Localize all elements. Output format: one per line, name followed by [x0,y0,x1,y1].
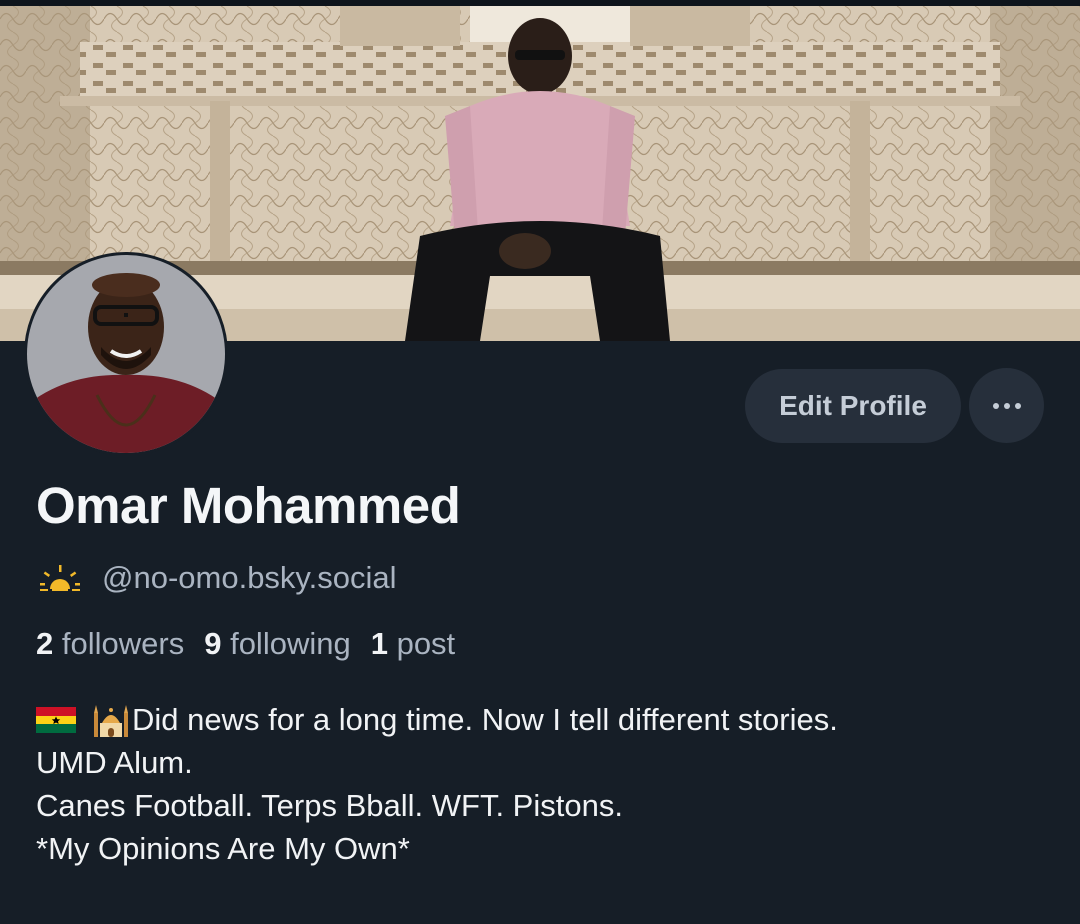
following-label: following [230,626,351,661]
followers-stat[interactable]: 2 followers [36,626,184,661]
avatar[interactable] [24,252,228,456]
bio-line: UMD Alum. [36,741,838,784]
bio-line: Canes Football. Terps Bball. WFT. Piston… [36,784,838,827]
followers-label: followers [61,626,185,661]
avatar-photo [27,255,225,453]
followers-count: 2 [36,626,54,661]
edit-profile-button[interactable]: Edit Profile [745,369,961,443]
more-horizontal-icon [990,402,1023,409]
following-stat[interactable]: 9 following [204,626,351,661]
more-options-button[interactable] [969,368,1044,443]
sunrise-icon [40,565,80,591]
bio-line-2: UMD Alum. [36,745,193,780]
handle-row: @no-omo.bsky.social [38,558,397,598]
bio-line: Did news for a long time. Now I tell dif… [36,698,838,741]
bio-line: *My Opinions Are My Own* [36,827,838,870]
mosque-icon [94,704,128,737]
posts-label: post [396,626,456,661]
profile-bio: Did news for a long time. Now I tell dif… [36,698,838,870]
bio-line-3: Canes Football. Terps Bball. WFT. Piston… [36,788,623,823]
ghana-flag-icon [36,706,76,733]
bio-line-4: *My Opinions Are My Own* [36,831,410,866]
edit-profile-label: Edit Profile [779,390,927,421]
following-count: 9 [204,626,222,661]
handle[interactable]: @no-omo.bsky.social [102,560,397,596]
posts-count: 1 [370,626,388,661]
profile-stats: 2 followers 9 following 1 post [36,626,455,662]
posts-stat: 1 post [371,626,455,661]
bio-line-1: Did news for a long time. Now I tell dif… [132,702,838,737]
display-name: Omar Mohammed [36,477,461,534]
